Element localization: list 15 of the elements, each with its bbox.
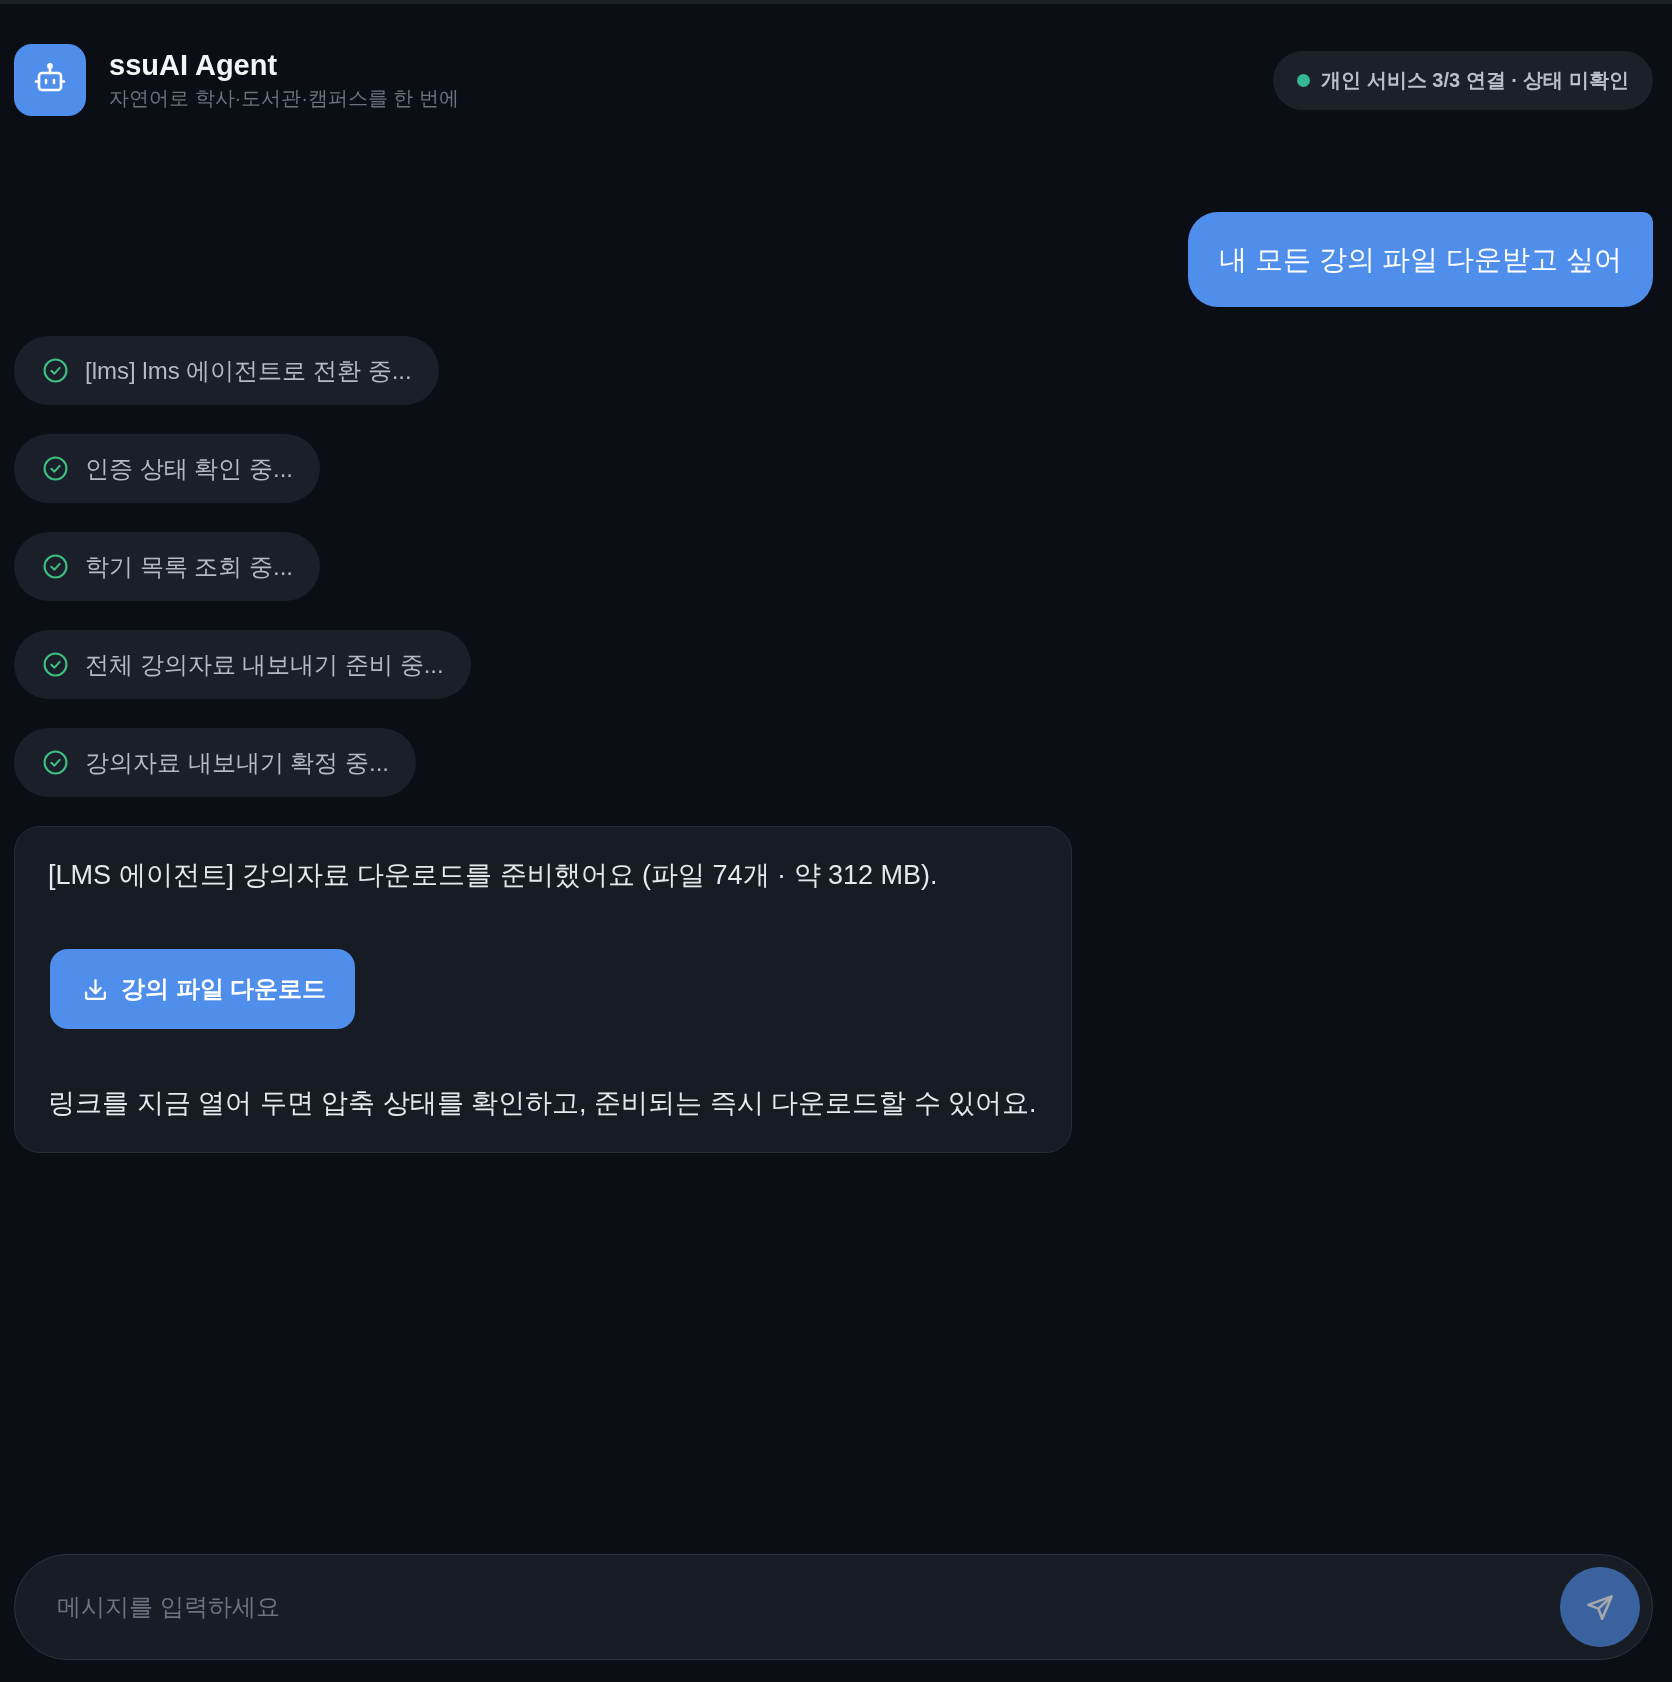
progress-step-label: [lms] lms 에이전트로 전환 중... [85,355,412,386]
progress-step-label: 인증 상태 확인 중... [85,453,293,484]
connection-status-label: 개인 서비스 3/3 연결 · 상태 미확인 [1321,67,1629,93]
progress-step-label: 학기 목록 조회 중... [85,551,293,582]
progress-step-label: 전체 강의자료 내보내기 준비 중... [85,649,444,680]
user-message: 내 모든 강의 파일 다운받고 싶어 [1188,212,1653,307]
download-icon [83,976,108,1002]
app-title: ssuAI Agent [109,48,279,82]
message-input-field[interactable]: 메시지를 입력하세요 [14,1554,1653,1660]
assistant-message-text: [LMS 에이전트] 강의자료 다운로드를 준비했어요 (파일 74개 · 약 312 MB). [48,859,938,892]
download-button[interactable]: 강의 파일 다운로드 [50,949,356,1029]
progress-step-label: 강의자료 내보내기 확정 중... [85,747,389,778]
app-subtitle: 자연어로 학사·도서관·캠퍼스를 한 번에 [109,86,459,111]
robot-logo-icon [14,44,86,116]
assistant-message-text: 링크를 지금 열어 두면 압축 상태를 확인하고, 준비되는 즉시 다운로드할 수 있어요. [48,1087,1037,1120]
